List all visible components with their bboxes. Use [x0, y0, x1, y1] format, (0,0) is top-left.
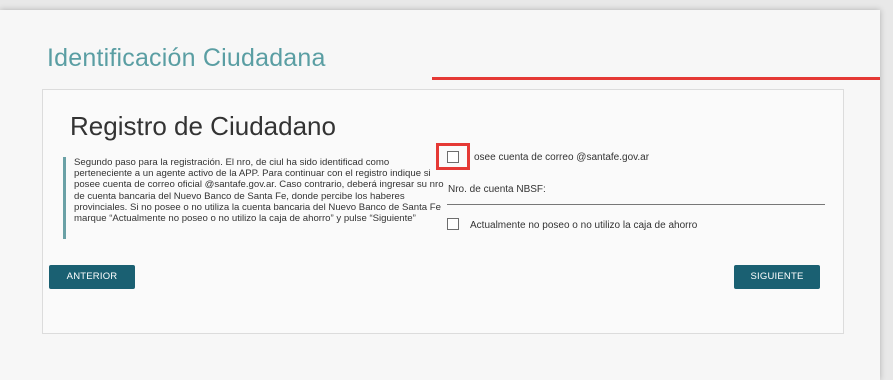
info-text: Segundo paso para la registración. El nr…	[63, 157, 449, 239]
account-field-label: Nro. de cuenta NBSF:	[448, 184, 546, 195]
account-field[interactable]	[447, 204, 825, 205]
arrow-pointer	[432, 77, 880, 80]
anterior-button[interactable]: ANTERIOR	[49, 265, 135, 289]
page-title: Identificación Ciudadana	[47, 44, 326, 72]
email-checkbox-label: osee cuenta de correo @santafe.gov.ar	[474, 152, 650, 163]
no-account-checkbox[interactable]	[447, 218, 459, 230]
siguiente-button[interactable]: SIGUIENTE	[734, 265, 820, 289]
email-checkbox[interactable]	[447, 151, 459, 163]
registration-card: Registro de Ciudadano Segundo paso para …	[42, 89, 844, 334]
no-account-checkbox-label: Actualmente no poseo o no utilizo la caj…	[470, 220, 698, 231]
page-container: Identificación Ciudadana Registro de Ciu…	[0, 10, 880, 380]
card-title: Registro de Ciudadano	[70, 111, 336, 141]
